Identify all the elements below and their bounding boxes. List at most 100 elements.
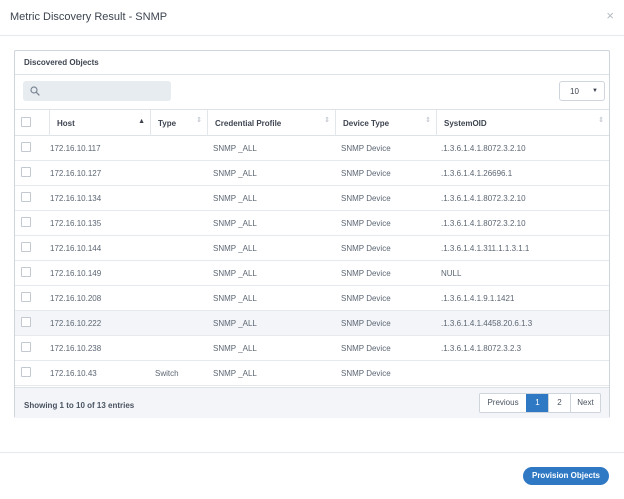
select-all-cell bbox=[15, 110, 49, 136]
page-size-select[interactable]: 10 ▼ bbox=[559, 81, 605, 101]
credential-cell: SNMP _ALL bbox=[213, 319, 257, 328]
row-checkbox[interactable] bbox=[21, 342, 31, 352]
table-row[interactable]: 172.16.10.222 SNMP _ALL SNMP Device .1.3… bbox=[15, 311, 609, 336]
table-footer: Showing 1 to 10 of 13 entries Previous 1… bbox=[15, 387, 609, 418]
row-checkbox[interactable] bbox=[21, 367, 31, 377]
table-row[interactable]: 172.16.10.238 SNMP _ALL SNMP Device .1.3… bbox=[15, 336, 609, 361]
column-header-host[interactable]: Host ▲ bbox=[49, 110, 150, 136]
column-label-device-type: Device Type bbox=[343, 119, 390, 128]
page-2-button[interactable]: 2 bbox=[548, 394, 570, 412]
row-checkbox[interactable] bbox=[21, 167, 31, 177]
table-row[interactable]: 172.16.10.149 SNMP _ALL SNMP Device NULL bbox=[15, 261, 609, 286]
host-cell: 172.16.10.43 bbox=[50, 369, 97, 378]
systemoid-cell: .1.3.6.1.4.1.9.1.1421 bbox=[441, 294, 515, 303]
provision-objects-button[interactable]: Provision Objects bbox=[523, 467, 609, 485]
column-header-credential-profile[interactable]: Credential Profile ⇕ bbox=[207, 110, 335, 136]
modal-footer: Provision Objects bbox=[0, 452, 624, 499]
device-type-cell: SNMP Device bbox=[341, 194, 391, 203]
pagination: Previous 1 2 Next bbox=[479, 393, 601, 413]
entries-info: Showing 1 to 10 of 13 entries bbox=[24, 401, 135, 410]
modal-title: Metric Discovery Result - SNMP bbox=[10, 11, 168, 23]
host-cell: 172.16.10.238 bbox=[50, 344, 102, 353]
column-header-systemoid[interactable]: SystemOID ⇕ bbox=[436, 110, 609, 136]
type-cell: Switch bbox=[155, 369, 179, 378]
row-checkbox[interactable] bbox=[21, 142, 31, 152]
page-size-value: 10 bbox=[570, 87, 579, 96]
host-cell: 172.16.10.135 bbox=[50, 219, 102, 228]
row-checkbox[interactable] bbox=[21, 192, 31, 202]
device-type-cell: SNMP Device bbox=[341, 294, 391, 303]
systemoid-cell: .1.3.6.1.4.1.8072.3.2.10 bbox=[441, 144, 526, 153]
next-page-button[interactable]: Next bbox=[570, 394, 600, 412]
credential-cell: SNMP _ALL bbox=[213, 144, 257, 153]
table-row[interactable]: 172.16.10.135 SNMP _ALL SNMP Device .1.3… bbox=[15, 211, 609, 236]
device-type-cell: SNMP Device bbox=[341, 244, 391, 253]
credential-cell: SNMP _ALL bbox=[213, 244, 257, 253]
host-cell: 172.16.10.149 bbox=[50, 269, 102, 278]
panel-heading: Discovered Objects bbox=[15, 51, 609, 75]
device-type-cell: SNMP Device bbox=[341, 269, 391, 278]
table-row[interactable]: 172.16.10.144 SNMP _ALL SNMP Device .1.3… bbox=[15, 236, 609, 261]
systemoid-cell: .1.3.6.1.4.1.311.1.1.3.1.1 bbox=[441, 244, 530, 253]
credential-cell: SNMP _ALL bbox=[213, 369, 257, 378]
row-checkbox[interactable] bbox=[21, 292, 31, 302]
systemoid-cell: .1.3.6.1.4.1.8072.3.2.10 bbox=[441, 219, 526, 228]
systemoid-cell: .1.3.6.1.4.1.4458.20.6.1.3 bbox=[441, 319, 533, 328]
systemoid-cell: .1.3.6.1.4.1.8072.3.2.10 bbox=[441, 194, 526, 203]
table-row[interactable]: 172.16.10.117 SNMP _ALL SNMP Device .1.3… bbox=[15, 136, 609, 161]
metric-discovery-modal: Metric Discovery Result - SNMP × Discove… bbox=[0, 0, 624, 499]
table-header: Host ▲ Type ⇕ Credential Profile ⇕ Devic… bbox=[15, 109, 609, 136]
credential-cell: SNMP _ALL bbox=[213, 169, 257, 178]
table-row[interactable]: 172.16.10.43 Switch SNMP _ALL SNMP Devic… bbox=[15, 361, 609, 386]
host-cell: 172.16.10.134 bbox=[50, 194, 102, 203]
select-all-checkbox[interactable] bbox=[21, 117, 31, 127]
credential-cell: SNMP _ALL bbox=[213, 194, 257, 203]
sort-icon: ⇕ bbox=[196, 117, 202, 124]
row-checkbox[interactable] bbox=[21, 267, 31, 277]
column-label-type: Type bbox=[158, 119, 177, 128]
systemoid-cell: .1.3.6.1.4.1.26696.1 bbox=[441, 169, 513, 178]
device-type-cell: SNMP Device bbox=[341, 219, 391, 228]
row-checkbox[interactable] bbox=[21, 317, 31, 327]
discovered-objects-panel: Discovered Objects 10 ▼ Host ▲ Type ⇕ Cr… bbox=[14, 50, 610, 418]
host-cell: 172.16.10.208 bbox=[50, 294, 102, 303]
systemoid-cell: .1.3.6.1.4.1.8072.3.2.3 bbox=[441, 344, 522, 353]
table-row[interactable]: 172.16.10.134 SNMP _ALL SNMP Device .1.3… bbox=[15, 186, 609, 211]
search-input[interactable] bbox=[45, 83, 167, 99]
row-checkbox[interactable] bbox=[21, 217, 31, 227]
page-1-button[interactable]: 1 bbox=[526, 394, 548, 412]
previous-page-button[interactable]: Previous bbox=[480, 394, 526, 412]
credential-cell: SNMP _ALL bbox=[213, 269, 257, 278]
column-header-device-type[interactable]: Device Type ⇕ bbox=[335, 110, 436, 136]
table-row[interactable]: 172.16.10.127 SNMP _ALL SNMP Device .1.3… bbox=[15, 161, 609, 186]
column-label-host: Host bbox=[57, 119, 75, 128]
sort-ascending-icon: ▲ bbox=[138, 118, 145, 125]
device-type-cell: SNMP Device bbox=[341, 369, 391, 378]
search-icon bbox=[30, 86, 40, 96]
row-checkbox[interactable] bbox=[21, 242, 31, 252]
table-row[interactable]: 172.16.10.208 SNMP _ALL SNMP Device .1.3… bbox=[15, 286, 609, 311]
panel-title: Discovered Objects bbox=[24, 58, 99, 67]
sort-icon: ⇕ bbox=[324, 117, 330, 124]
host-cell: 172.16.10.222 bbox=[50, 319, 102, 328]
column-label-systemoid: SystemOID bbox=[444, 119, 487, 128]
close-icon[interactable]: × bbox=[606, 9, 614, 22]
host-cell: 172.16.10.144 bbox=[50, 244, 102, 253]
modal-header: Metric Discovery Result - SNMP × bbox=[0, 0, 624, 36]
column-header-type[interactable]: Type ⇕ bbox=[150, 110, 207, 136]
credential-cell: SNMP _ALL bbox=[213, 219, 257, 228]
search-box[interactable] bbox=[23, 81, 171, 101]
device-type-cell: SNMP Device bbox=[341, 144, 391, 153]
host-cell: 172.16.10.117 bbox=[50, 144, 101, 153]
credential-cell: SNMP _ALL bbox=[213, 344, 257, 353]
device-type-cell: SNMP Device bbox=[341, 169, 391, 178]
caret-down-icon: ▼ bbox=[592, 88, 598, 94]
device-type-cell: SNMP Device bbox=[341, 319, 391, 328]
device-type-cell: SNMP Device bbox=[341, 344, 391, 353]
systemoid-cell: NULL bbox=[441, 269, 462, 278]
column-label-credential-profile: Credential Profile bbox=[215, 119, 282, 128]
host-cell: 172.16.10.127 bbox=[50, 169, 102, 178]
sort-icon: ⇕ bbox=[598, 117, 604, 124]
credential-cell: SNMP _ALL bbox=[213, 294, 257, 303]
sort-icon: ⇕ bbox=[425, 117, 431, 124]
